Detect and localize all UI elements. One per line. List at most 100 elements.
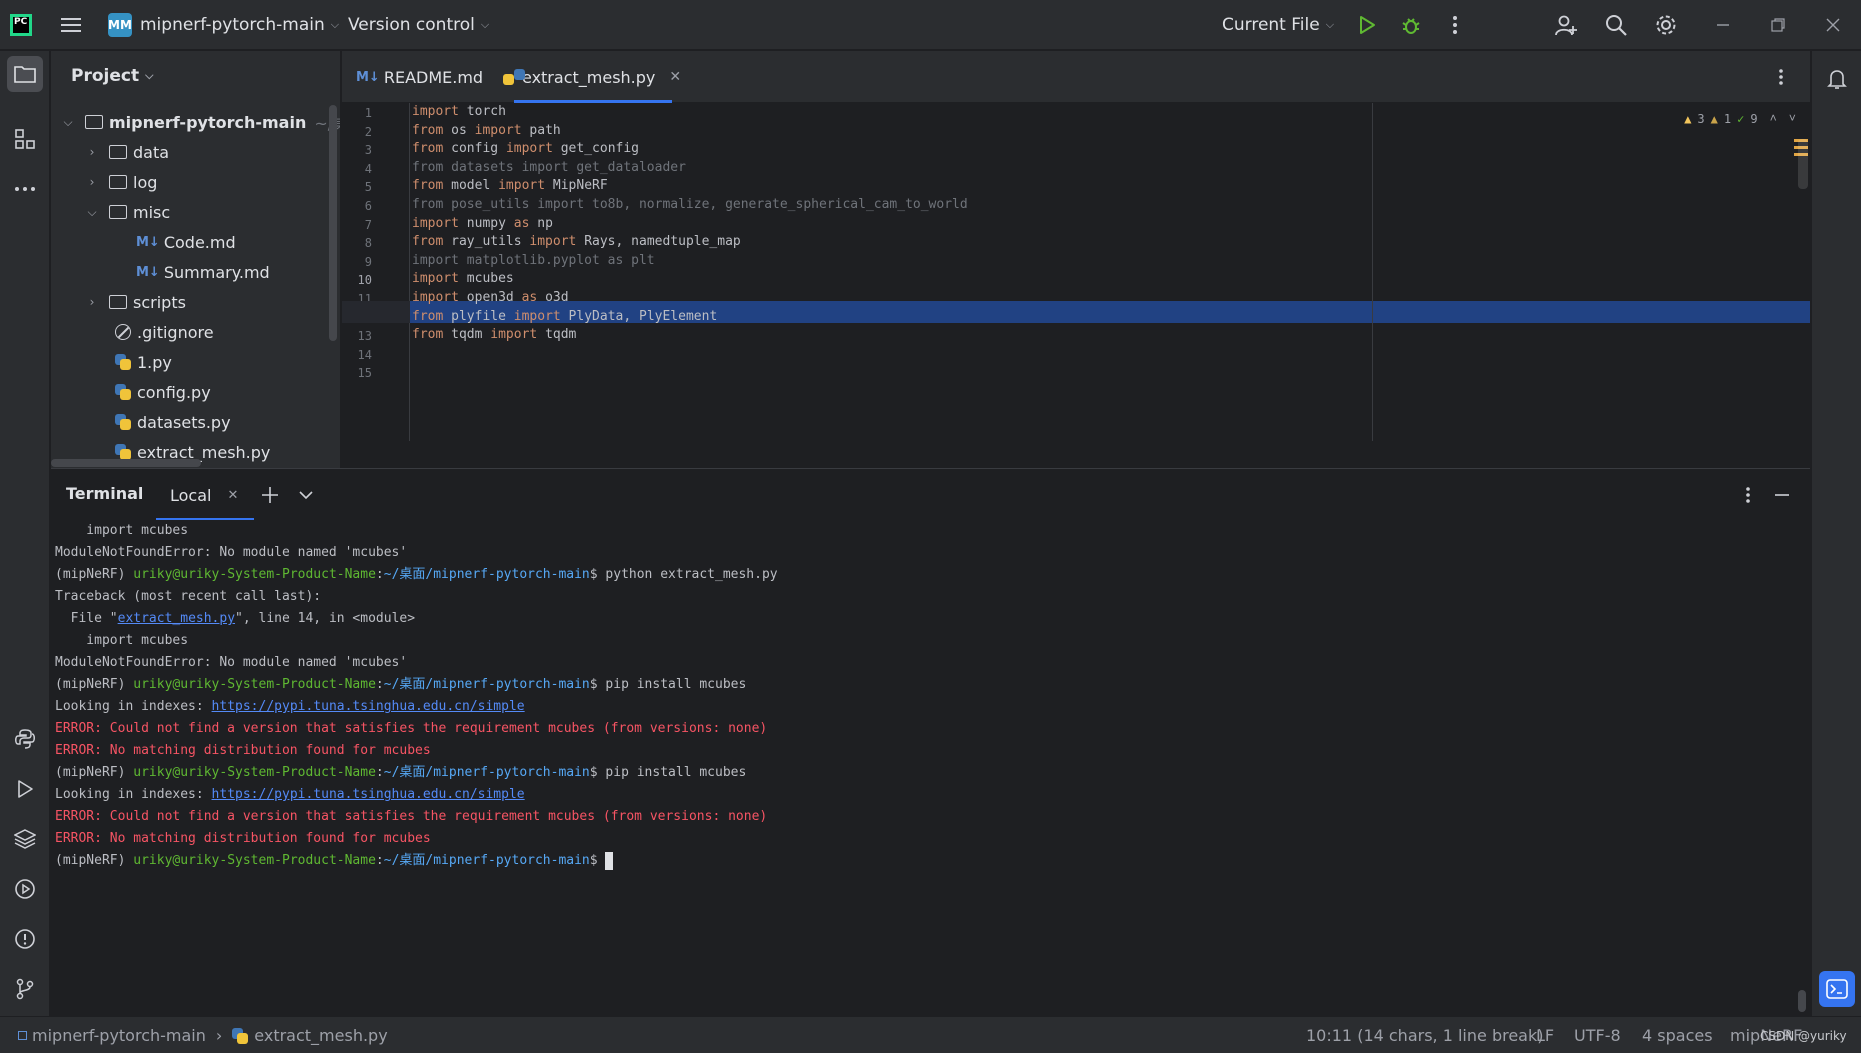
code-with-me-button[interactable] [1551,10,1581,40]
code-line: from pose_utils import to8b, normalize, … [412,197,968,212]
minimize-button[interactable] [1708,10,1738,40]
line-number: 6 [364,199,372,213]
tree-item-data[interactable]: › data [85,137,169,167]
tree-item-scripts[interactable]: › scripts [85,287,186,317]
ok-count: 9 [1750,111,1758,126]
chevron-down-icon[interactable]: ˅ [1789,111,1796,126]
tree-root-label: mipnerf-pytorch-main [109,112,307,132]
app-logo[interactable]: PC [10,0,32,50]
new-terminal-button[interactable] [255,480,285,510]
terminal-title: Terminal [66,483,144,503]
index-url-link[interactable]: https://pypi.tuna.tsinghua.edu.cn/simple [212,787,525,802]
terminal-scrollbar[interactable] [1798,990,1806,1012]
python-file-icon [115,384,131,400]
tree-item-log[interactable]: › log [85,167,158,197]
project-tool-button[interactable] [7,56,43,92]
tab-label: extract_mesh.py [522,67,656,87]
terminal-output[interactable]: import mcubes ModuleNotFoundError: No mo… [51,520,1810,1016]
tab-readme[interactable]: M↓ README.md [356,51,483,103]
terminal-line: import mcubes [55,523,189,538]
run-config-selector[interactable]: Current File ⌵ [1222,0,1334,50]
vertical-scrollbar[interactable] [329,105,337,341]
notifications-button[interactable] [1819,61,1855,97]
inspection-widget[interactable]: ▲ 3 ▲ 1 ✓ 9 ˄ ˅ [1684,111,1796,126]
kebab-icon [1746,487,1750,503]
tree-root[interactable]: ⌵ mipnerf-pytorch-main ~/桌 [61,107,340,137]
terminal-line: ModuleNotFoundError: No module named 'mc… [55,655,408,670]
code-line: from model import MipNeRF [412,178,608,194]
tree-item-config-py[interactable]: config.py [115,377,211,407]
problems-button[interactable] [7,921,43,957]
line-separator[interactable]: LF [1536,1017,1554,1053]
terminal-line: Looking in indexes: https://pypi.tuna.ts… [55,699,525,714]
project-panel: Project ⌵ ⌵ mipnerf-pytorch-main ~/桌 › d… [51,51,341,468]
breadcrumb-project[interactable]: mipnerf-pytorch-main [32,1026,206,1045]
chevron-up-icon[interactable]: ˄ [1770,111,1777,126]
tree-item-datasets-py[interactable]: datasets.py [115,407,231,437]
line-number: 2 [364,124,372,139]
chevron-right-icon: › [89,175,95,189]
tab-label: README.md [383,67,484,87]
horizontal-scrollbar[interactable] [51,459,201,467]
terminal-tool-button[interactable] [1819,971,1855,1007]
code-line: from tqdm import tqdm [412,327,577,343]
more-tools-button[interactable] [7,171,43,207]
project-selector[interactable]: MM mipnerf-pytorch-main ⌵ [108,0,339,50]
close-window-button[interactable] [1818,10,1848,40]
run-button[interactable] [1352,10,1382,40]
more-actions-button[interactable] [1440,10,1470,40]
breadcrumb-file[interactable]: extract_mesh.py [254,1026,387,1045]
terminal-icon [1826,979,1848,999]
hamburger-icon [61,18,81,32]
indent-setting[interactable]: 4 spaces [1642,1017,1713,1053]
tree-item-code-md[interactable]: M↓ Code.md [136,227,236,257]
search-button[interactable] [1601,10,1631,40]
terminal-tab-local[interactable]: Local ✕ [156,469,254,521]
tree-item-misc[interactable]: ⌵ misc [85,197,170,227]
close-tab-icon[interactable]: ✕ [227,488,238,503]
close-tab-icon[interactable]: ✕ [669,69,681,85]
code-line: from ray_utils import Rays, namedtuple_m… [412,234,741,250]
close-icon [1826,18,1840,32]
tree-item-label: datasets.py [137,412,231,432]
services-button[interactable] [7,871,43,907]
file-encoding[interactable]: UTF-8 [1574,1017,1621,1053]
pycharm-logo-icon: PC [10,14,32,36]
terminal-prompt-line: (mipNeRF) uriky@uriky-System-Product-Nam… [55,765,747,780]
python-file-icon [115,414,131,430]
git-button[interactable] [7,971,43,1007]
python-console-button[interactable] [7,721,43,757]
tab-extract-mesh[interactable]: extract_mesh.py ✕ [503,51,681,103]
tab-options-button[interactable] [1766,62,1796,92]
watermark: CSDN @yuriky [1760,1028,1847,1043]
line-number: 14 [357,347,372,362]
terminal-more-button[interactable] [1733,480,1763,510]
editor-scrollbar[interactable] [1798,139,1808,189]
problems-icon [15,929,35,949]
hide-terminal-button[interactable] [1767,480,1797,510]
structure-tool-button[interactable] [7,121,43,157]
terminal-tab-label: Local [170,485,212,505]
plus-icon [262,487,278,503]
file-link[interactable]: extract_mesh.py [118,611,235,626]
debug-button[interactable] [1396,10,1426,40]
code-editor[interactable]: 123456789101112131415 import torchfrom o… [342,103,1810,441]
settings-button[interactable] [1651,10,1681,40]
project-panel-header[interactable]: Project ⌵ [51,51,340,101]
python-packages-button[interactable] [7,821,43,857]
layers-icon [14,829,36,849]
bug-icon [1402,18,1420,34]
restore-button[interactable] [1763,10,1793,40]
chevron-down-icon: ⌵ [330,18,340,31]
main-menu-button[interactable] [56,10,86,40]
tree-item-1-py[interactable]: 1.py [115,347,172,377]
tree-item-summary-md[interactable]: M↓ Summary.md [136,257,270,287]
chevron-down-icon [299,491,313,500]
tree-item-gitignore[interactable]: .gitignore [115,317,214,347]
vcs-menu[interactable]: Version control ⌵ [348,0,489,50]
terminal-options-dropdown[interactable] [291,480,321,510]
caret-position[interactable]: 10:11 (14 chars, 1 line break) [1306,1017,1543,1053]
index-url-link[interactable]: https://pypi.tuna.tsinghua.edu.cn/simple [212,699,525,714]
folder-icon [109,295,127,309]
run-tool-button[interactable] [7,771,43,807]
